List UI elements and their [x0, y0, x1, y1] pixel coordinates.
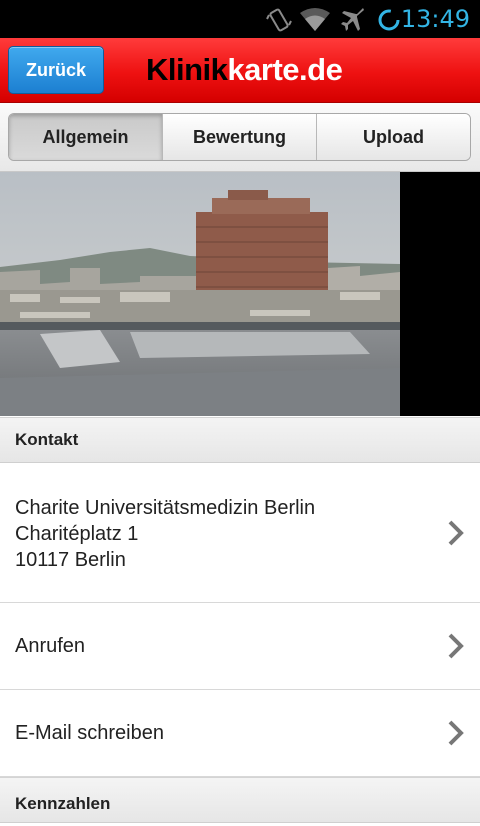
tab-bewertung[interactable]: Bewertung	[162, 114, 316, 160]
app-header: Zurück Klinikkarte.de	[0, 38, 480, 103]
postal-city: 10117 Berlin	[15, 549, 126, 571]
segmented-control: Allgemein Bewertung Upload	[8, 113, 471, 161]
tab-upload[interactable]: Upload	[316, 114, 470, 160]
status-bar: 13:49	[0, 0, 480, 38]
logo-part-karte: karte.de	[227, 52, 343, 87]
email-label: E-Mail schreiben	[15, 722, 164, 744]
chevron-right-icon	[448, 720, 464, 746]
call-row[interactable]: Anrufen	[0, 603, 480, 690]
section-header-contact: Kontakt	[0, 417, 480, 463]
clock: 13:49	[400, 5, 470, 33]
hospital-photo[interactable]	[0, 172, 480, 416]
email-row[interactable]: E-Mail schreiben	[0, 690, 480, 777]
photo-image	[0, 172, 480, 416]
section-title-kennzahlen: Kennzahlen	[15, 794, 111, 813]
call-label: Anrufen	[15, 635, 86, 657]
vibrate-icon	[266, 8, 292, 32]
hospital-name: Charite Universitätsmedizin Berlin	[15, 497, 316, 519]
logo-part-klinik: Klinik	[146, 52, 228, 87]
section-header-kennzahlen: Kennzahlen	[0, 777, 480, 823]
tab-bar: Allgemein Bewertung Upload	[0, 103, 480, 172]
chevron-right-icon	[448, 520, 464, 546]
airplane-mode-icon	[341, 8, 364, 31]
wifi-icon	[300, 8, 330, 31]
site-logo: Klinikkarte.de	[146, 52, 343, 88]
tab-allgemein[interactable]: Allgemein	[9, 114, 162, 160]
chevron-right-icon	[448, 633, 464, 659]
street: Charitéplatz 1	[15, 523, 139, 545]
section-title-contact: Kontakt	[15, 430, 79, 449]
back-button[interactable]: Zurück	[8, 46, 104, 94]
address-row[interactable]: Charite Universitätsmedizin Berlin Chari…	[0, 463, 480, 603]
sync-icon	[378, 9, 400, 31]
address-text: Charite Universitätsmedizin Berlin Chari…	[15, 495, 315, 573]
